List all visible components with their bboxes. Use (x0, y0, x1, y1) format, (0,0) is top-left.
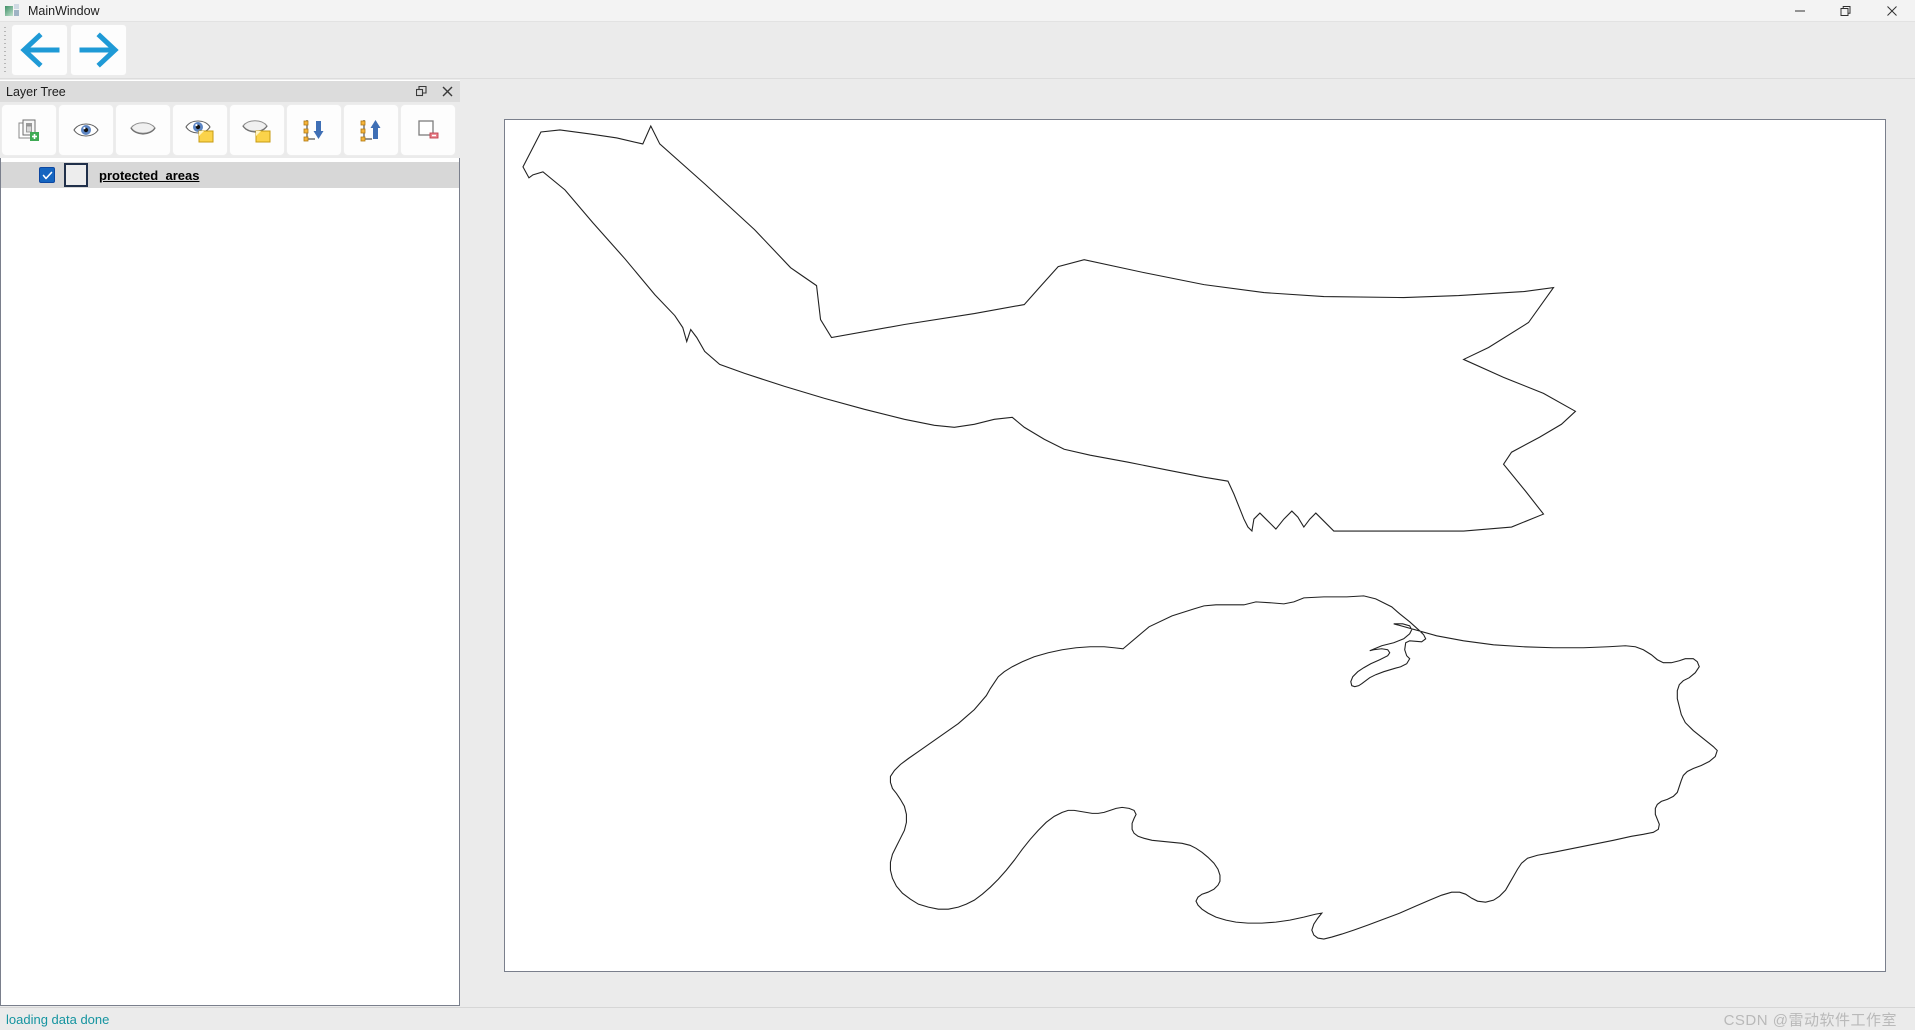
status-message: loading data done (6, 1011, 110, 1027)
float-button[interactable] (414, 85, 428, 99)
protected-area-north-polygon (522, 124, 1577, 533)
minimize-icon (1795, 10, 1805, 11)
move-layer-down-button[interactable] (286, 104, 342, 156)
hide-selected-layers-button[interactable] (229, 104, 285, 156)
dock-title-buttons (414, 85, 454, 99)
eye-closed-icon (130, 122, 156, 135)
arrow-left-icon (19, 32, 59, 68)
dock-title-label: Layer Tree (6, 84, 66, 99)
layer-name-label[interactable]: protected_areas (99, 168, 199, 183)
watermark-label: CSDN @雷动软件工作室 (1723, 1011, 1897, 1029)
close-icon (1887, 5, 1897, 16)
window-title: MainWindow (28, 3, 100, 18)
window-controls (1777, 0, 1915, 22)
protected-area-south-polygon (889, 595, 1718, 940)
layer-tree-toolbar (0, 102, 460, 158)
show-selected-layers-button[interactable] (172, 104, 228, 156)
close-panel-button[interactable] (440, 85, 454, 99)
layer-tree-item-protected-areas[interactable]: protected_areas (1, 162, 459, 188)
eye-closed-selected-icon (242, 120, 271, 143)
close-button[interactable] (1869, 0, 1915, 22)
remove-layer-button[interactable] (400, 104, 456, 156)
layer-symbol-swatch (64, 163, 88, 187)
check-icon (42, 171, 52, 179)
move-up-icon (360, 120, 381, 142)
status-bar: loading data done CSDN @雷动软件工作室 (0, 1007, 1915, 1030)
layer-tree-dock: Layer Tree protected_areas (0, 80, 460, 1006)
restore-icon (1840, 5, 1851, 16)
eye-icon (73, 123, 99, 137)
window-titlebar: MainWindow (0, 0, 1915, 22)
forward-button[interactable] (70, 24, 127, 76)
hide-all-layers-button[interactable] (115, 104, 171, 156)
move-down-icon (303, 120, 324, 142)
eye-selected-icon (185, 120, 214, 143)
navigation-toolbar (0, 22, 1915, 79)
add-layer-button[interactable] (1, 104, 57, 156)
layer-tree-list[interactable]: protected_areas (0, 158, 460, 1006)
dock-titlebar[interactable]: Layer Tree (0, 80, 460, 102)
move-layer-up-button[interactable] (343, 104, 399, 156)
remove-layer-icon (418, 120, 439, 139)
float-icon (415, 86, 427, 97)
layer-visibility-checkbox[interactable] (39, 167, 55, 183)
show-all-layers-button[interactable] (58, 104, 114, 156)
back-button[interactable] (11, 24, 68, 76)
add-layer-icon (18, 119, 39, 141)
minimize-button[interactable] (1777, 0, 1823, 22)
map-canvas[interactable] (505, 120, 1885, 971)
arrow-right-icon (79, 32, 119, 68)
toolbar-drag-handle[interactable] (1, 27, 9, 73)
map-canvas-frame[interactable] (504, 119, 1886, 972)
app-icon (5, 3, 20, 18)
close-icon (442, 86, 452, 97)
restore-button[interactable] (1823, 0, 1869, 22)
